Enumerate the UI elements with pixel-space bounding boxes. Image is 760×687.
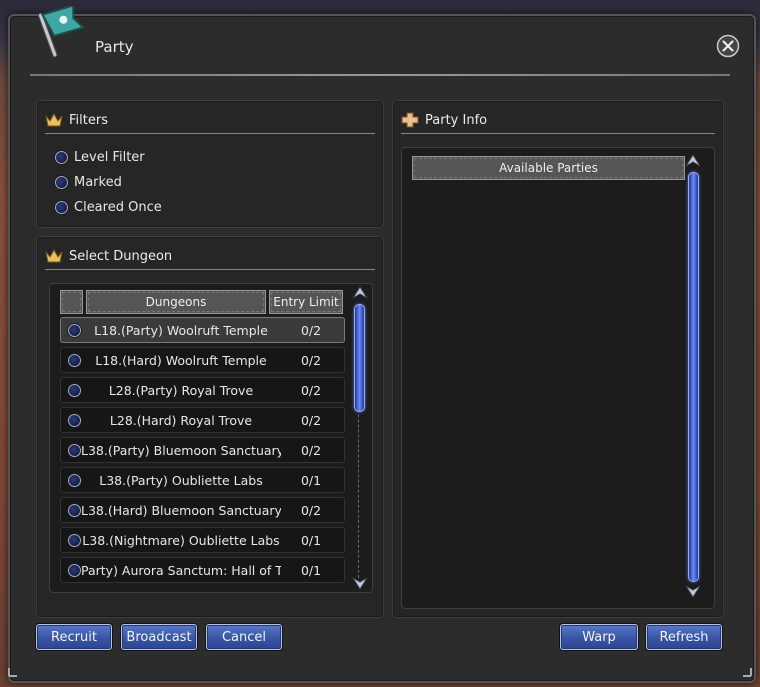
radio-icon[interactable] <box>68 473 81 487</box>
corner-ornament <box>743 668 752 677</box>
filters-title: Filters <box>69 112 108 128</box>
dungeon-name: Party) Aurora Sanctum: Hall of T <box>81 562 281 578</box>
dungeon-name: L18.(Party) Woolruft Temple <box>94 322 268 338</box>
available-parties-header[interactable]: Available Parties <box>412 156 685 180</box>
entry-limit-value: 0/1 <box>300 532 322 548</box>
dungeon-list: Dungeons Entry Limit L18.(Party) Woolruf… <box>49 283 373 593</box>
corner-ornament <box>8 668 17 677</box>
radio-icon[interactable] <box>68 383 81 397</box>
radio-icon[interactable] <box>68 563 81 577</box>
entry-limit-value: 0/2 <box>300 412 322 428</box>
marked-option[interactable]: Marked <box>55 175 122 190</box>
filters-panel: Filters Level Filter Marked Cleared Once <box>36 100 384 228</box>
cleared-once-option[interactable]: Cleared Once <box>55 200 162 215</box>
dungeon-row[interactable]: L18.(Hard) Woolruft Temple 0/2 <box>60 347 345 373</box>
dungeon-row[interactable]: L38.(Nightmare) Oubliette Labs 0/1 <box>60 527 345 553</box>
radio-icon[interactable] <box>68 503 81 517</box>
select-dungeon-title: Select Dungeon <box>69 248 173 264</box>
dungeon-row[interactable]: L38.(Party) Bluemoon Sanctuary 0/2 <box>60 437 345 463</box>
dungeons-column-header[interactable]: Dungeons <box>86 290 266 314</box>
cross-icon <box>401 112 419 128</box>
level-filter-label: Level Filter <box>74 150 145 165</box>
dungeon-name: L28.(Party) Royal Trove <box>108 382 254 398</box>
dungeon-name: L38.(Party) Oubliette Labs <box>99 472 263 488</box>
party-info-panel: Party Info Available Parties <box>392 100 724 618</box>
party-info-divider <box>401 133 715 134</box>
radio-icon[interactable] <box>68 443 81 457</box>
party-info-title: Party Info <box>425 112 488 128</box>
dungeon-name: L38.(Hard) Bluemoon Sanctuary <box>81 502 281 518</box>
entry-limit-value: 0/2 <box>300 322 322 338</box>
level-filter-option[interactable]: Level Filter <box>55 150 145 165</box>
select-dungeon-panel: Select Dungeon Dungeons Entry Limit L18.… <box>36 236 384 618</box>
dungeon-name: L28.(Hard) Royal Trove <box>109 412 253 428</box>
scroll-down-icon[interactable] <box>685 582 701 598</box>
scroll-down-icon[interactable] <box>352 574 368 590</box>
warp-button[interactable]: Warp <box>560 624 638 650</box>
party-info-header: Party Info <box>401 109 487 131</box>
scroll-up-icon[interactable] <box>685 154 701 170</box>
radio-icon[interactable] <box>68 323 81 337</box>
dungeon-name: L38.(Party) Bluemoon Sanctuary <box>81 442 281 458</box>
broadcast-button[interactable]: Broadcast <box>121 624 197 650</box>
crown-icon <box>45 248 63 263</box>
party-list: Available Parties <box>401 147 715 609</box>
title-divider <box>30 74 730 76</box>
dungeon-list-scrollbar-thumb[interactable] <box>354 304 365 412</box>
radio-icon[interactable] <box>55 151 68 164</box>
entry-limit-value: 0/2 <box>300 442 322 458</box>
entry-limit-value: 0/2 <box>300 502 322 518</box>
radio-icon[interactable] <box>68 413 81 427</box>
select-dungeon-header: Select Dungeon <box>45 245 172 267</box>
dungeon-row[interactable]: L28.(Hard) Royal Trove 0/2 <box>60 407 345 433</box>
close-icon[interactable] <box>716 34 740 58</box>
recruit-button[interactable]: Recruit <box>36 624 112 650</box>
dungeon-row[interactable]: Party) Aurora Sanctum: Hall of T 0/1 <box>60 557 345 583</box>
entry-limit-value: 0/1 <box>300 472 322 488</box>
party-flag-icon <box>38 6 86 58</box>
cancel-button[interactable]: Cancel <box>206 624 282 650</box>
radio-icon[interactable] <box>55 201 68 214</box>
dungeon-row[interactable]: L38.(Party) Oubliette Labs 0/1 <box>60 467 345 493</box>
radio-icon[interactable] <box>68 533 81 547</box>
select-dungeon-divider <box>45 269 375 270</box>
select-column-header <box>60 290 83 314</box>
party-list-scrollbar-thumb[interactable] <box>688 172 699 582</box>
dungeon-name: L38.(Nightmare) Oubliette Labs <box>82 532 280 548</box>
entry-limit-value: 0/1 <box>300 562 322 578</box>
filters-divider <box>45 133 375 134</box>
dungeon-row[interactable]: L38.(Hard) Bluemoon Sanctuary 0/2 <box>60 497 345 523</box>
radio-icon[interactable] <box>68 353 81 367</box>
window-title: Party <box>95 38 134 56</box>
entry-limit-value: 0/2 <box>300 352 322 368</box>
crown-icon <box>45 112 63 127</box>
marked-label: Marked <box>74 175 122 190</box>
dungeon-row[interactable]: L28.(Party) Royal Trove 0/2 <box>60 377 345 403</box>
dungeon-name: L18.(Hard) Woolruft Temple <box>95 352 267 368</box>
entry-limit-column-header[interactable]: Entry Limit <box>269 290 343 314</box>
radio-icon[interactable] <box>55 176 68 189</box>
filters-header: Filters <box>45 109 108 131</box>
party-window: Party Filters Level Filter Marked Cleare… <box>8 6 756 683</box>
cleared-once-label: Cleared Once <box>74 200 162 215</box>
scroll-up-icon[interactable] <box>352 286 368 302</box>
dungeon-row[interactable]: L18.(Party) Woolruft Temple 0/2 <box>60 317 345 343</box>
refresh-button[interactable]: Refresh <box>646 624 722 650</box>
entry-limit-value: 0/2 <box>300 382 322 398</box>
